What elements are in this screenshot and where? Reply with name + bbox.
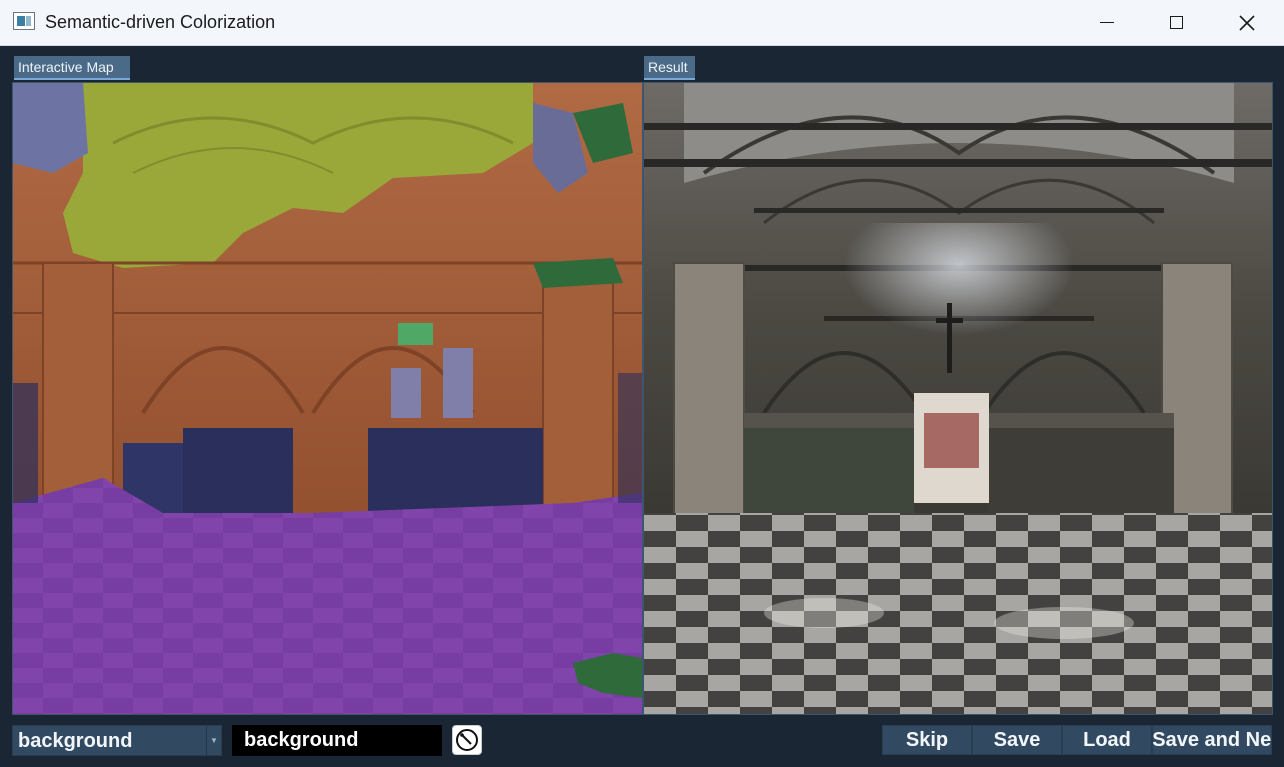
save-and-next-button[interactable]: Save and Next xyxy=(1152,725,1272,755)
class-label-field: background xyxy=(232,725,442,756)
interactive-map-canvas[interactable] xyxy=(12,82,643,715)
segmentation-map-image xyxy=(13,83,642,714)
color-picker-button[interactable] xyxy=(452,725,482,755)
app-window: Semantic-driven Colorization Interactive… xyxy=(0,0,1284,767)
window-title: Semantic-driven Colorization xyxy=(45,12,276,32)
minimize-button[interactable] xyxy=(1072,0,1142,45)
app-icon xyxy=(13,12,35,30)
result-canvas xyxy=(643,82,1273,715)
class-label-value: background xyxy=(244,729,359,751)
tab-result[interactable]: Result xyxy=(644,56,695,80)
colorized-result-image xyxy=(644,83,1272,714)
class-select-value: background xyxy=(18,730,133,752)
tab-interactive-map[interactable]: Interactive Map xyxy=(14,56,130,80)
save-and-next-label: Save and Next xyxy=(1152,728,1272,751)
close-button[interactable] xyxy=(1212,0,1282,45)
title-bar: Semantic-driven Colorization xyxy=(0,0,1284,46)
class-select[interactable]: background ▼ xyxy=(12,725,222,756)
minimize-icon xyxy=(1100,21,1114,24)
save-button[interactable]: Save xyxy=(972,725,1062,755)
maximize-icon xyxy=(1169,16,1183,29)
load-button[interactable]: Load xyxy=(1062,725,1152,755)
chevron-down-icon: ▼ xyxy=(206,726,221,755)
close-icon xyxy=(1239,14,1255,31)
maximize-button[interactable] xyxy=(1141,0,1211,45)
color-picker-icon xyxy=(456,729,478,751)
skip-button[interactable]: Skip xyxy=(882,725,972,755)
